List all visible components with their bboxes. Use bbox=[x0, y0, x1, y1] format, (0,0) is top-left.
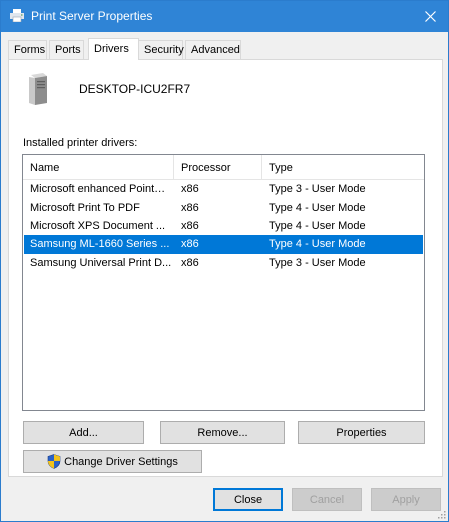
change-driver-settings-label: Change Driver Settings bbox=[64, 455, 178, 468]
close-icon bbox=[424, 10, 436, 22]
driver-name: Microsoft Print To PDF bbox=[30, 202, 140, 214]
apply-button[interactable]: Apply bbox=[371, 488, 441, 511]
list-row[interactable]: Microsoft Print To PDF x86 Type 4 - User… bbox=[24, 199, 423, 218]
driver-processor: x86 bbox=[181, 183, 199, 195]
tab-strip: Forms Ports Drivers Security Advanced bbox=[8, 38, 444, 60]
close-button[interactable]: Close bbox=[213, 488, 283, 511]
close-window-button[interactable] bbox=[418, 5, 442, 27]
remove-driver-button[interactable]: Remove... bbox=[160, 421, 285, 444]
uac-shield-icon bbox=[47, 454, 61, 469]
tab-label: Security bbox=[144, 44, 184, 56]
list-header: Name Processor Type bbox=[23, 155, 424, 180]
column-header-name[interactable]: Name bbox=[23, 155, 174, 179]
add-driver-button[interactable]: Add... bbox=[23, 421, 144, 444]
title-bar[interactable]: Print Server Properties bbox=[1, 1, 448, 32]
driver-type: Type 3 - User Mode bbox=[269, 183, 366, 195]
driver-type: Type 3 - User Mode bbox=[269, 257, 366, 269]
tab-label: Drivers bbox=[94, 43, 129, 55]
driver-type: Type 4 - User Mode bbox=[269, 220, 366, 232]
driver-name: Samsung ML-1660 Series ... bbox=[30, 238, 170, 250]
driver-processor: x86 bbox=[181, 238, 199, 250]
list-row[interactable]: Samsung Universal Print D... x86 Type 3 … bbox=[24, 254, 423, 273]
window-title: Print Server Properties bbox=[31, 9, 153, 23]
tab-security[interactable]: Security bbox=[138, 40, 184, 59]
tab-forms[interactable]: Forms bbox=[8, 40, 47, 59]
tab-label: Ports bbox=[55, 44, 81, 56]
driver-type: Type 4 - User Mode bbox=[269, 238, 366, 250]
change-driver-settings-button[interactable]: Change Driver Settings bbox=[23, 450, 202, 473]
driver-processor: x86 bbox=[181, 202, 199, 214]
resize-grip-icon[interactable] bbox=[436, 509, 446, 519]
driver-name: Microsoft enhanced Point… bbox=[30, 183, 166, 195]
driver-type: Type 4 - User Mode bbox=[269, 202, 366, 214]
tab-label: Forms bbox=[14, 44, 46, 56]
driver-name: Samsung Universal Print D... bbox=[30, 257, 172, 269]
tab-ports[interactable]: Ports bbox=[49, 40, 84, 59]
list-row[interactable]: Microsoft XPS Document ... x86 Type 4 - … bbox=[24, 217, 423, 236]
server-tower-icon bbox=[29, 73, 47, 105]
driver-processor: x86 bbox=[181, 220, 199, 232]
printer-icon bbox=[10, 9, 24, 22]
tab-advanced[interactable]: Advanced bbox=[185, 40, 241, 59]
driver-processor: x86 bbox=[181, 257, 199, 269]
column-header-type[interactable]: Type bbox=[262, 155, 424, 179]
list-row-selected[interactable]: Samsung ML-1660 Series ... x86 Type 4 - … bbox=[24, 235, 423, 254]
drivers-list[interactable]: Name Processor Type Microsoft enhanced P… bbox=[22, 154, 425, 411]
installed-drivers-label: Installed printer drivers: bbox=[23, 137, 138, 149]
tab-drivers[interactable]: Drivers bbox=[88, 38, 139, 60]
driver-properties-button[interactable]: Properties bbox=[298, 421, 425, 444]
cancel-button[interactable]: Cancel bbox=[292, 488, 362, 511]
column-header-processor[interactable]: Processor bbox=[174, 155, 262, 179]
print-server-properties-dialog: Print Server Properties Forms Ports Driv… bbox=[0, 0, 449, 522]
driver-name: Microsoft XPS Document ... bbox=[30, 220, 166, 232]
list-row[interactable]: Microsoft enhanced Point… x86 Type 3 - U… bbox=[24, 180, 423, 199]
server-name: DESKTOP-ICU2FR7 bbox=[79, 82, 191, 96]
tab-label: Advanced bbox=[191, 44, 240, 56]
